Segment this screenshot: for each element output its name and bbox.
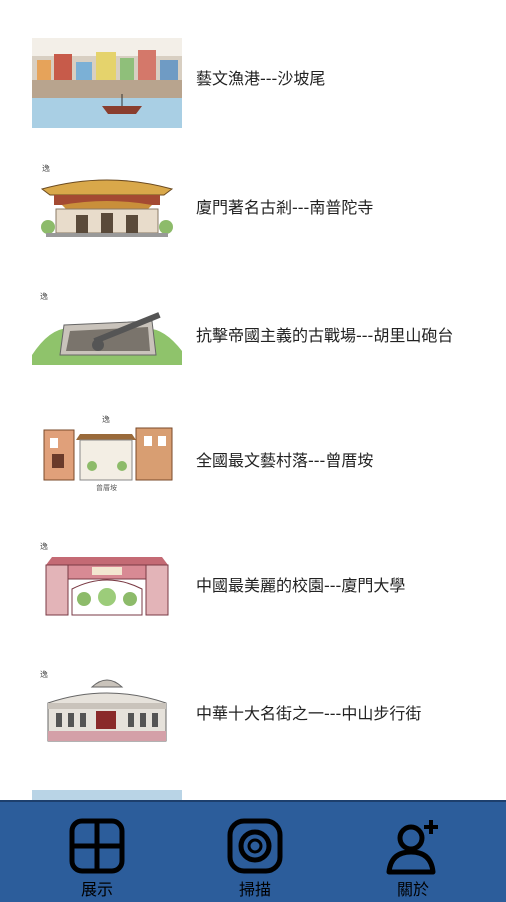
attraction-list: 藝文漁港---沙坡尾 逸 廈門著名古剎---南普陀寺 逸 抗擊帝國主義的古戰場-…	[0, 0, 506, 800]
bottom-tab-bar: 展示 掃描 關於	[0, 800, 506, 902]
university-gate-illustration: 逸	[32, 535, 182, 625]
svg-text:逸: 逸	[102, 414, 110, 424]
tab-scan[interactable]: 掃描	[195, 802, 315, 902]
list-item[interactable]: 藝文漁港---沙坡尾	[0, 30, 506, 140]
list-item[interactable]: 逸 曾厝垵 全國最文藝村落---曾厝垵	[0, 410, 506, 520]
village-gate-illustration: 逸 曾厝垵	[32, 410, 182, 500]
street-building-illustration: 逸	[32, 663, 182, 753]
harbor-illustration	[32, 38, 182, 128]
item-title: 抗擊帝國主義的古戰場---胡里山砲台	[196, 326, 454, 345]
list-item[interactable]: 逸 廈門著名古剎---南普陀寺	[0, 157, 506, 267]
camera-scan-icon	[225, 816, 285, 876]
tab-display[interactable]: 展示	[37, 802, 157, 902]
tab-about[interactable]: 關於	[353, 802, 473, 902]
svg-text:逸: 逸	[40, 669, 48, 679]
grid-icon	[67, 816, 127, 876]
list-item[interactable]: 逸 中華十大名街之一---中山步行街	[0, 663, 506, 773]
item-title: 中國最美麗的校園---廈門大學	[196, 576, 406, 595]
item-title: 廈門著名古剎---南普陀寺	[196, 198, 374, 217]
tab-label: 展示	[80, 880, 113, 899]
svg-text:逸: 逸	[40, 291, 48, 301]
tab-label: 掃描	[238, 880, 271, 899]
svg-text:逸: 逸	[42, 163, 50, 173]
svg-text:曾厝垵: 曾厝垵	[96, 483, 117, 492]
cannon-fort-illustration: 逸	[32, 285, 182, 375]
list-item[interactable]: 逸 中國最美麗的校園---廈門大學	[0, 535, 506, 645]
tab-label: 關於	[396, 880, 429, 899]
temple-illustration: 逸	[32, 157, 182, 247]
list-item-partial[interactable]	[32, 790, 182, 800]
svg-text:逸: 逸	[40, 541, 48, 551]
item-title: 中華十大名街之一---中山步行街	[196, 704, 422, 723]
user-add-icon	[383, 816, 443, 876]
item-title: 全國最文藝村落---曾厝垵	[196, 451, 374, 470]
list-item[interactable]: 逸 抗擊帝國主義的古戰場---胡里山砲台	[0, 285, 506, 395]
item-title: 藝文漁港---沙坡尾	[196, 69, 326, 88]
